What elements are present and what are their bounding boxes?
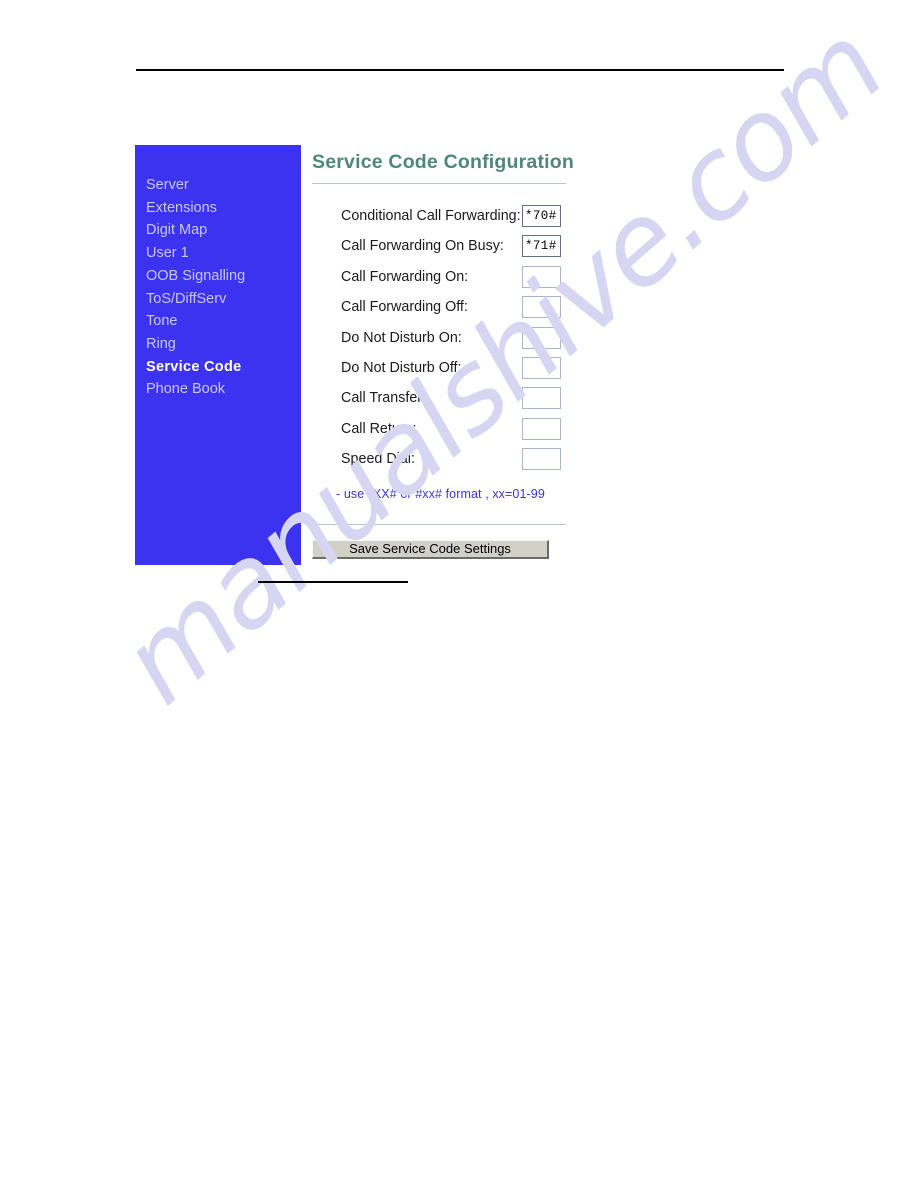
service-code-form: Conditional Call Forwarding: Call Forwar…	[301, 205, 701, 479]
label-do-not-disturb-on: Do Not Disturb On:	[341, 329, 462, 346]
save-service-code-settings-button[interactable]: Save Service Code Settings	[312, 540, 549, 559]
form-row-call-return: Call Return:	[301, 417, 701, 448]
form-row-do-not-disturb-off: Do Not Disturb Off:	[301, 356, 701, 387]
input-conditional-call-forwarding[interactable]	[522, 205, 561, 227]
format-hint-text: - use *XX# or #xx# format , xx=01-99	[336, 487, 545, 501]
input-call-forwarding-off[interactable]	[522, 296, 561, 319]
sidebar-item-digit-map[interactable]: Digit Map	[143, 219, 301, 242]
sidebar-item-oob-signalling[interactable]: OOB Signalling	[143, 265, 301, 288]
input-do-not-disturb-off[interactable]	[522, 356, 561, 379]
form-row-call-forwarding-on: Call Forwarding On:	[301, 265, 701, 296]
input-do-not-disturb-on[interactable]	[522, 326, 561, 349]
sidebar: Server Extensions Digit Map User 1 OOB S…	[135, 145, 301, 565]
page-caption-rule	[258, 581, 408, 583]
page-title: Service Code Configuration	[312, 151, 574, 173]
page-header-rule	[136, 69, 784, 71]
input-call-return[interactable]	[522, 417, 561, 440]
form-row-conditional-call-forwarding: Conditional Call Forwarding:	[301, 205, 701, 235]
form-row-call-forwarding-off: Call Forwarding Off:	[301, 296, 701, 326]
sidebar-item-tone[interactable]: Tone	[143, 310, 301, 333]
sidebar-item-phone-book[interactable]: Phone Book	[143, 378, 301, 401]
form-footer-divider	[312, 524, 566, 525]
router-config-screenshot: Server Extensions Digit Map User 1 OOB S…	[135, 145, 701, 565]
form-row-do-not-disturb-on: Do Not Disturb On:	[301, 326, 701, 357]
form-row-call-forwarding-on-busy: Call Forwarding On Busy:	[301, 235, 701, 265]
input-speed-dial[interactable]	[522, 448, 561, 471]
sidebar-item-extensions[interactable]: Extensions	[143, 197, 301, 220]
sidebar-item-tos-diffserv[interactable]: ToS/DiffServ	[143, 288, 301, 311]
label-call-forwarding-on: Call Forwarding On:	[341, 268, 469, 285]
label-call-transfer: Call Transfer:	[341, 390, 427, 407]
sidebar-item-ring[interactable]: Ring	[143, 333, 301, 356]
sidebar-item-server[interactable]: Server	[143, 174, 301, 197]
sidebar-item-user-1[interactable]: User 1	[143, 242, 301, 265]
sidebar-item-service-code[interactable]: Service Code	[143, 356, 301, 379]
label-speed-dial: Speed Dial:	[341, 451, 415, 468]
sidebar-nav: Server Extensions Digit Map User 1 OOB S…	[143, 174, 301, 401]
title-divider	[312, 183, 566, 184]
label-call-forwarding-off: Call Forwarding Off:	[341, 299, 468, 316]
input-call-forwarding-on-busy[interactable]	[522, 235, 561, 258]
label-conditional-call-forwarding: Conditional Call Forwarding:	[341, 208, 521, 224]
input-call-forwarding-on[interactable]	[522, 265, 561, 288]
label-call-return: Call Return:	[341, 420, 417, 437]
input-call-transfer[interactable]	[522, 387, 561, 410]
main-content: Service Code Configuration Conditional C…	[301, 145, 701, 565]
form-row-speed-dial: Speed Dial:	[301, 448, 701, 478]
form-row-call-transfer: Call Transfer:	[301, 387, 701, 417]
label-do-not-disturb-off: Do Not Disturb Off:	[341, 359, 462, 376]
label-call-forwarding-on-busy: Call Forwarding On Busy:	[341, 238, 504, 255]
